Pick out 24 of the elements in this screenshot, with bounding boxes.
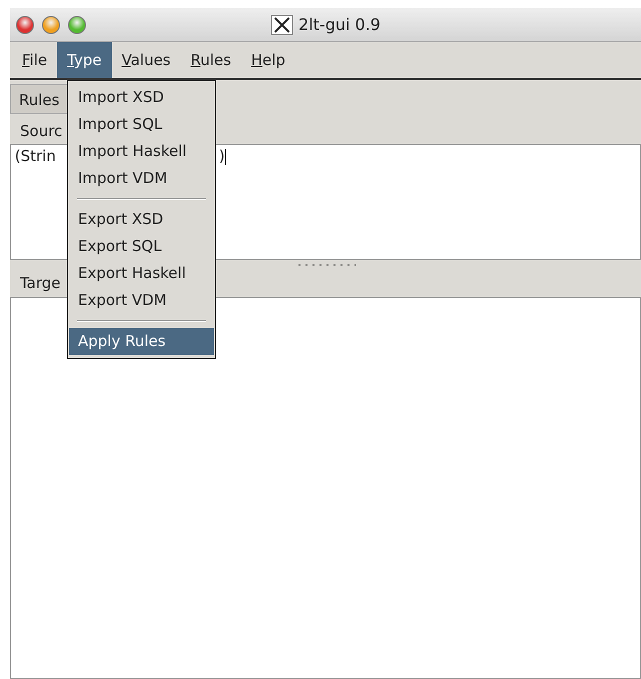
x-window-icon: [270, 14, 293, 34]
menu-item[interactable]: Export XSD: [69, 206, 214, 233]
text-content: ): [218, 147, 225, 166]
menu-item[interactable]: Help: [241, 42, 296, 78]
menu-item[interactable]: Import XSD: [69, 84, 214, 111]
minimize-button[interactable]: [42, 16, 60, 34]
menu-item[interactable]: Values: [112, 42, 181, 78]
close-button[interactable]: [16, 16, 34, 34]
text-cursor: [224, 149, 226, 166]
window-title: 2lt-gui 0.9: [298, 14, 380, 36]
menu-item[interactable]: Export VDM: [69, 287, 214, 314]
menu-item[interactable]: File: [12, 42, 58, 78]
tab[interactable]: Rules: [10, 84, 68, 114]
menu-item[interactable]: Export SQL: [69, 233, 214, 260]
text-content: (Strin: [14, 147, 56, 166]
menu-item[interactable]: Import VDM: [69, 165, 214, 192]
section-label: Targe: [19, 273, 62, 294]
menu-item[interactable]: Import SQL: [69, 111, 214, 138]
zoom-button[interactable]: [68, 16, 86, 34]
menu-item[interactable]: Export Haskell: [69, 260, 214, 287]
menu-item[interactable]: Rules: [180, 42, 242, 78]
section-label: Sourc: [19, 120, 64, 142]
menu-item[interactable]: Apply Rules: [69, 328, 214, 355]
menu-item[interactable]: Type: [57, 42, 112, 78]
